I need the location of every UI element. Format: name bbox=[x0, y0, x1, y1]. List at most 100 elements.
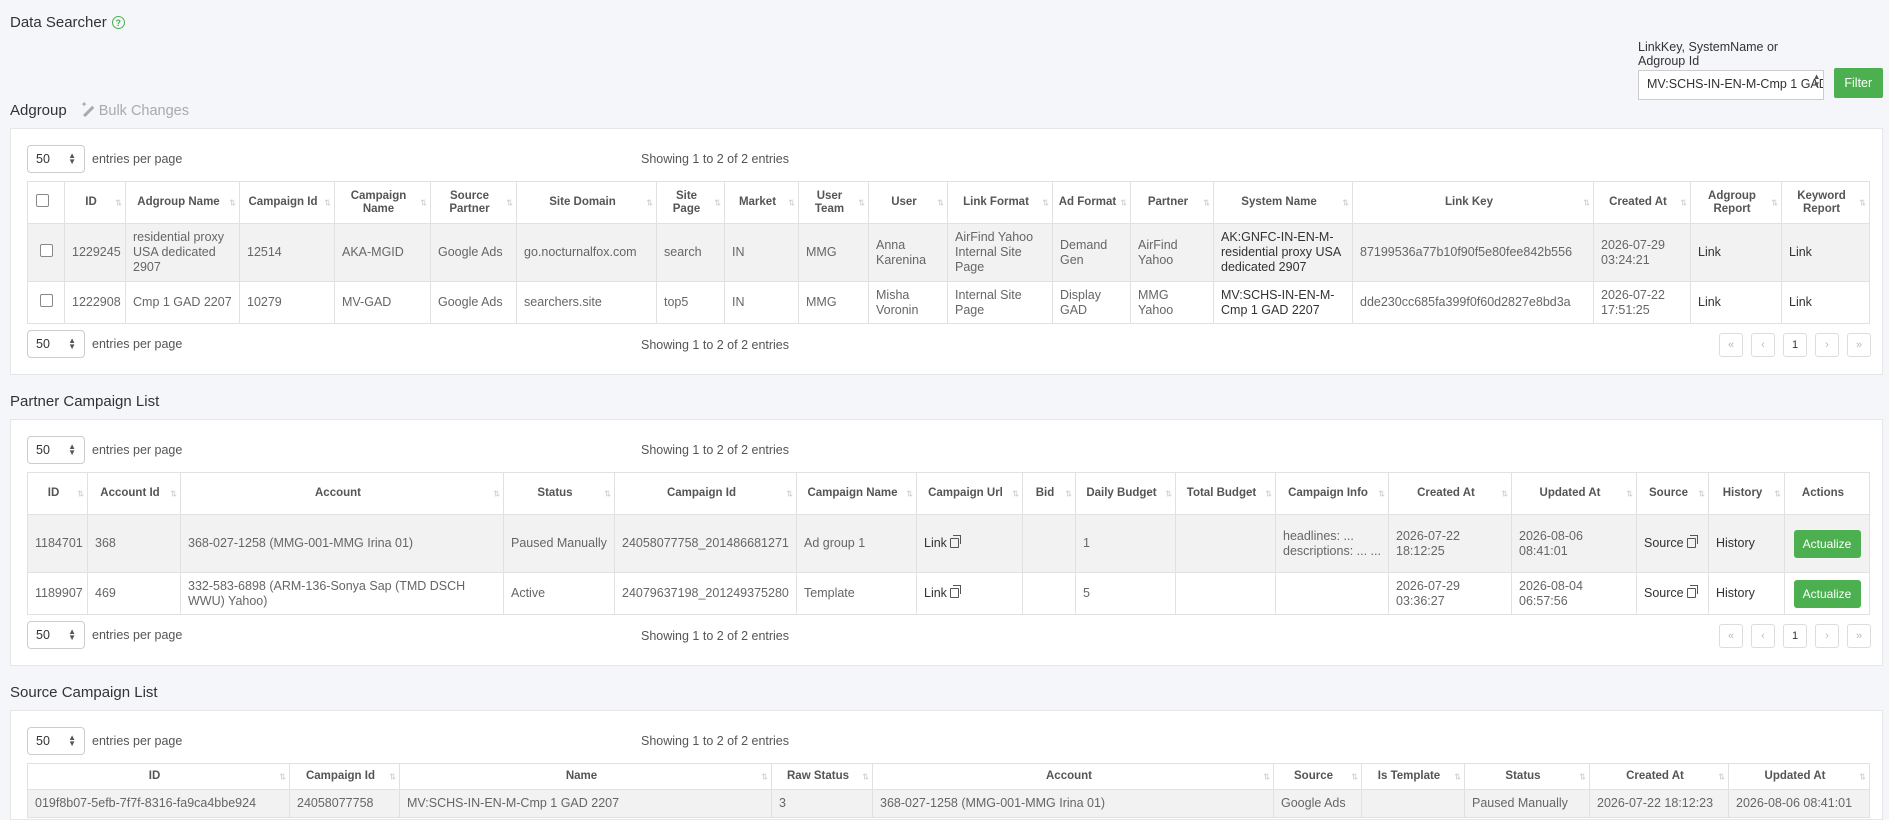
actualize-button[interactable]: Actualize bbox=[1793, 529, 1861, 558]
col-link-key[interactable]: Link Key bbox=[1352, 181, 1594, 224]
col-status[interactable]: Status bbox=[503, 472, 615, 515]
filter-button[interactable]: Filter bbox=[1833, 68, 1883, 98]
adgroup-report-link[interactable]: Link bbox=[1690, 281, 1782, 324]
col-is-template[interactable]: Is Template bbox=[1361, 763, 1465, 790]
col-system-name[interactable]: System Name bbox=[1213, 181, 1353, 224]
col-id[interactable]: ID bbox=[64, 181, 126, 224]
col-raw-status[interactable]: Raw Status bbox=[771, 763, 873, 790]
campaign-url-cell[interactable]: Link bbox=[916, 572, 1023, 615]
copy-icon[interactable] bbox=[1686, 535, 1698, 548]
table-cell: 1222908 bbox=[64, 281, 126, 324]
col-account[interactable]: Account bbox=[180, 472, 504, 515]
copy-icon[interactable] bbox=[1686, 585, 1698, 598]
col-adgroup-report[interactable]: Adgroup Report bbox=[1690, 181, 1782, 224]
col-keyword-report[interactable]: Keyword Report bbox=[1781, 181, 1870, 224]
actualize-button[interactable]: Actualize bbox=[1793, 579, 1861, 608]
col-campaign-id[interactable]: Campaign Id bbox=[289, 763, 400, 790]
col-user-team[interactable]: User Team bbox=[798, 181, 869, 224]
page-first-button[interactable]: « bbox=[1719, 624, 1743, 648]
table-cell: 2026-08-04 06:57:56 bbox=[1511, 572, 1637, 615]
campaign-url-link[interactable]: Link bbox=[924, 586, 947, 600]
table-cell: AKA-MGID bbox=[334, 223, 431, 282]
page-1-button[interactable]: 1 bbox=[1783, 624, 1807, 648]
col-user[interactable]: User bbox=[868, 181, 948, 224]
col-partner[interactable]: Partner bbox=[1130, 181, 1214, 224]
col-created-at[interactable]: Created At bbox=[1589, 763, 1729, 790]
col-adgroup-name[interactable]: Adgroup Name bbox=[125, 181, 240, 224]
col-campaign-id[interactable]: Campaign Id bbox=[614, 472, 797, 515]
copy-icon[interactable] bbox=[949, 535, 961, 548]
col-campaign-url[interactable]: Campaign Url bbox=[916, 472, 1023, 515]
page-next-button[interactable]: › bbox=[1815, 624, 1839, 648]
partner-length-select-bottom[interactable]: 50 ▲ ▼ bbox=[27, 621, 85, 649]
table-cell: Ad group 1 bbox=[796, 514, 917, 573]
campaign-url-cell[interactable]: Link bbox=[916, 514, 1023, 573]
source-cell[interactable]: Source bbox=[1636, 572, 1709, 615]
col-campaign-name[interactable]: Campaign Name bbox=[796, 472, 917, 515]
col-total-budget[interactable]: Total Budget bbox=[1175, 472, 1276, 515]
page-last-button[interactable]: » bbox=[1847, 333, 1871, 357]
row-select-cell[interactable] bbox=[27, 223, 65, 282]
keyword-report-link[interactable]: Link bbox=[1781, 281, 1870, 324]
col-updated-at[interactable]: Updated At bbox=[1511, 472, 1637, 515]
col-site-page[interactable]: Site Page bbox=[656, 181, 725, 224]
adgroup-length-select-bottom[interactable]: 50 ▲ ▼ bbox=[27, 330, 85, 358]
page-first-button[interactable]: « bbox=[1719, 333, 1743, 357]
page-prev-button[interactable]: ‹ bbox=[1751, 624, 1775, 648]
history-link[interactable]: History bbox=[1708, 514, 1785, 573]
col-link-format[interactable]: Link Format bbox=[947, 181, 1053, 224]
partner-length-select-top[interactable]: 50 ▲ ▼ bbox=[27, 436, 85, 464]
row-checkbox[interactable] bbox=[39, 244, 53, 257]
col-name[interactable]: Name bbox=[399, 763, 772, 790]
row-select-cell[interactable] bbox=[27, 281, 65, 324]
adgroup-report-link[interactable]: Link bbox=[1690, 223, 1782, 282]
bulk-changes-label: Bulk Changes bbox=[98, 102, 189, 119]
col-account-id[interactable]: Account Id bbox=[87, 472, 181, 515]
col-source[interactable]: Source bbox=[1636, 472, 1709, 515]
source-length-select-top[interactable]: 50 ▲ ▼ bbox=[27, 727, 85, 755]
page-prev-button[interactable]: ‹ bbox=[1751, 333, 1775, 357]
table-cell: searchers.site bbox=[516, 281, 657, 324]
col-campaign-name[interactable]: Campaign Name bbox=[334, 181, 431, 224]
help-icon[interactable]: ? bbox=[111, 16, 125, 29]
col-campaign-info[interactable]: Campaign Info bbox=[1275, 472, 1389, 515]
col-market[interactable]: Market bbox=[724, 181, 799, 224]
page-1-button[interactable]: 1 bbox=[1783, 333, 1807, 357]
col-site-domain[interactable]: Site Domain bbox=[516, 181, 657, 224]
source-link[interactable]: Source bbox=[1644, 536, 1684, 550]
page-next-button[interactable]: › bbox=[1815, 333, 1839, 357]
col-account[interactable]: Account bbox=[872, 763, 1274, 790]
col-source-partner[interactable]: Source Partner bbox=[430, 181, 517, 224]
col-created-at[interactable]: Created At bbox=[1593, 181, 1691, 224]
table-cell bbox=[1175, 514, 1276, 573]
col-status[interactable]: Status bbox=[1464, 763, 1590, 790]
col-source[interactable]: Source bbox=[1273, 763, 1362, 790]
keyword-report-link[interactable]: Link bbox=[1781, 223, 1870, 282]
col-ad-format[interactable]: Ad Format bbox=[1052, 181, 1131, 224]
page-last-button[interactable]: » bbox=[1847, 624, 1871, 648]
spinner-icon[interactable]: ▲ ▼ bbox=[1813, 73, 1821, 89]
campaign-url-link[interactable]: Link bbox=[924, 536, 947, 550]
source-link[interactable]: Source bbox=[1644, 586, 1684, 600]
filter-input[interactable]: MV:SCHS-IN-EN-M-Cmp 1 GAD 2207 ▲▼ bbox=[1638, 70, 1824, 100]
col-updated-at[interactable]: Updated At bbox=[1728, 763, 1870, 790]
select-all-checkbox[interactable] bbox=[35, 194, 49, 207]
select-all-header[interactable] bbox=[27, 181, 65, 224]
col-campaign-id[interactable]: Campaign Id bbox=[239, 181, 335, 224]
col-created-at[interactable]: Created At bbox=[1388, 472, 1512, 515]
col-history[interactable]: History bbox=[1708, 472, 1785, 515]
col-bid[interactable]: Bid bbox=[1022, 472, 1076, 515]
select-arrow-icon: ▲ ▼ bbox=[68, 151, 76, 166]
row-checkbox[interactable] bbox=[39, 294, 53, 307]
partner-info-bottom: Showing 1 to 2 of 2 entries bbox=[641, 629, 790, 643]
source-cell[interactable]: Source bbox=[1636, 514, 1709, 573]
table-cell: 2026-07-22 18:12:23 bbox=[1589, 789, 1729, 818]
bulk-changes-button[interactable]: Bulk Changes bbox=[81, 100, 189, 119]
copy-icon[interactable] bbox=[949, 585, 961, 598]
col-daily-budget[interactable]: Daily Budget bbox=[1075, 472, 1176, 515]
col-id[interactable]: ID bbox=[27, 763, 290, 790]
adgroup-length-select-top[interactable]: 50 ▲ ▼ bbox=[27, 145, 85, 173]
table-cell: search bbox=[656, 223, 725, 282]
col-id[interactable]: ID bbox=[27, 472, 88, 515]
history-link[interactable]: History bbox=[1708, 572, 1785, 615]
